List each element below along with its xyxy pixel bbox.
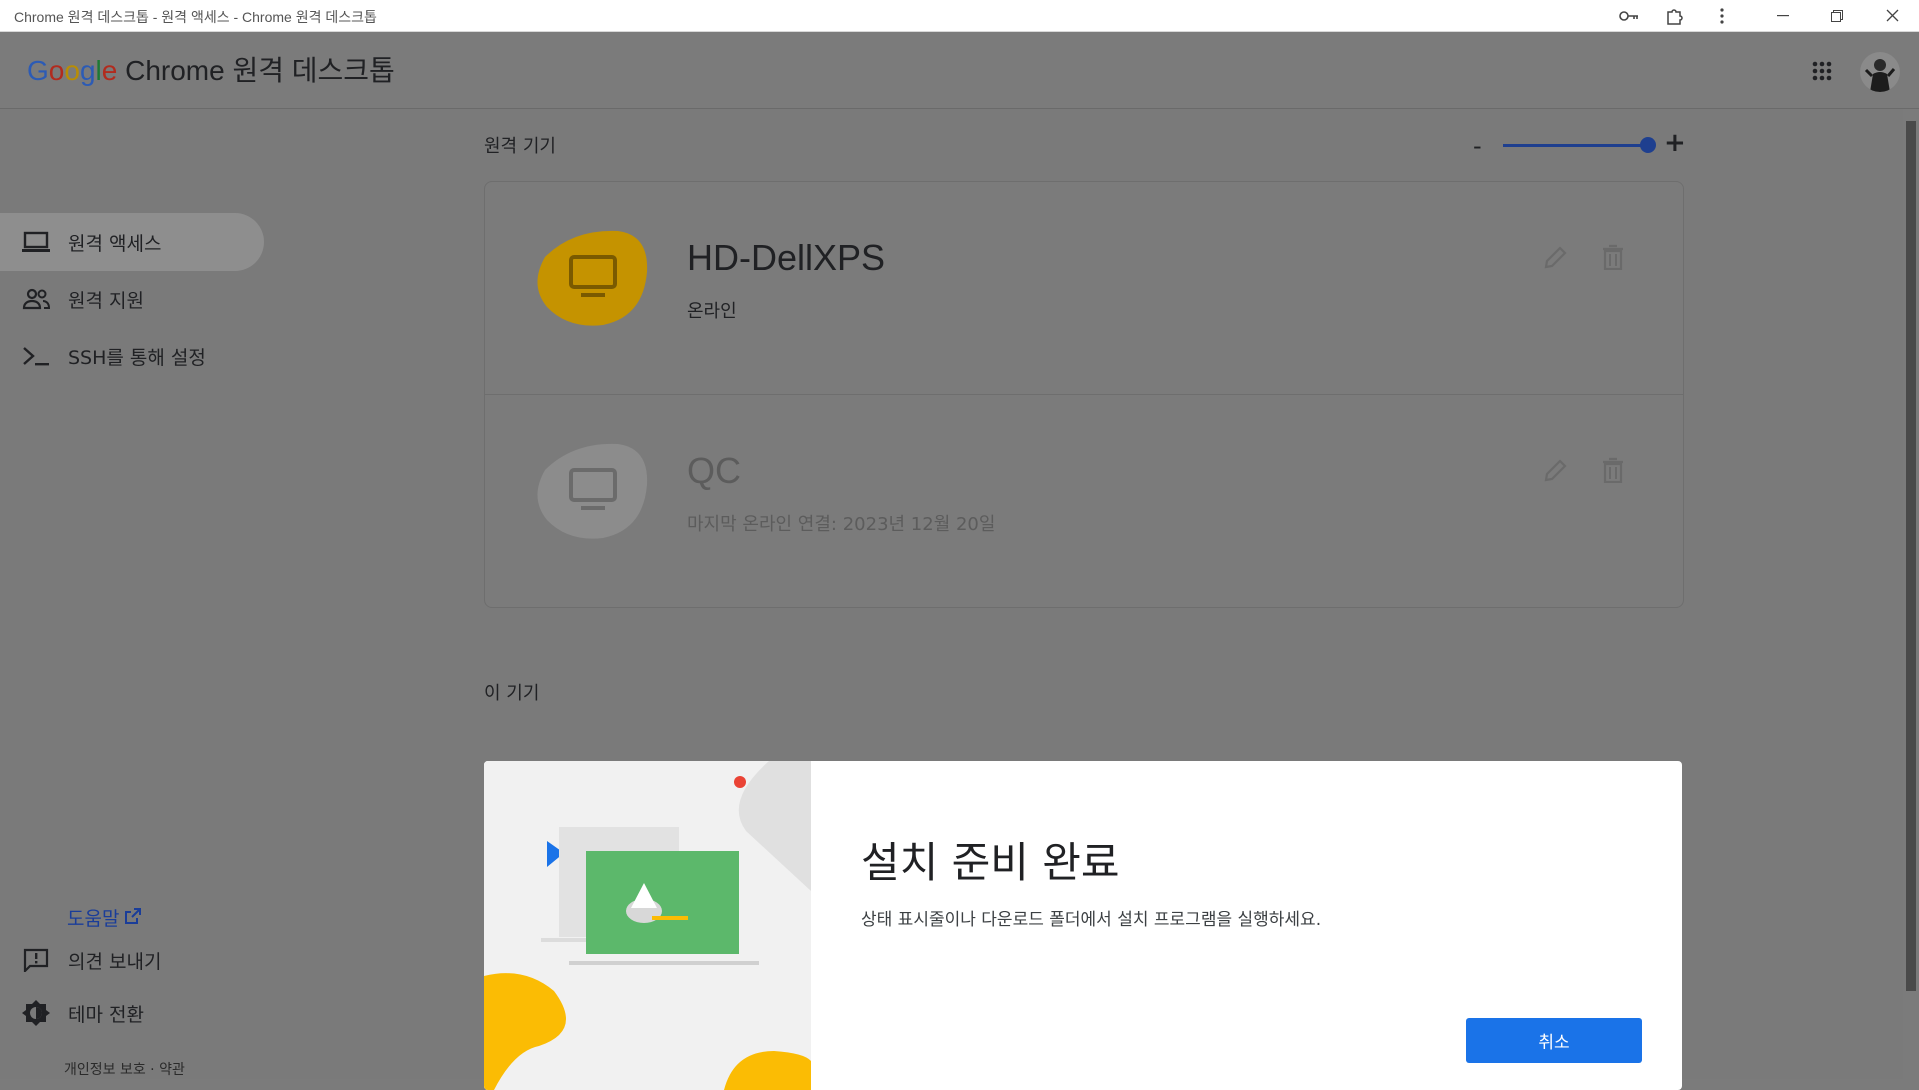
sidebar-item-ssh-setup[interactable]: SSH를 통해 설정 xyxy=(0,327,264,385)
sidebar-item-label: SSH를 통해 설정 xyxy=(68,346,206,369)
theme-toggle-button[interactable]: 테마 전환 xyxy=(0,998,144,1028)
zoom-slider-thumb[interactable] xyxy=(1640,137,1656,153)
legal-links[interactable]: 개인정보 보호 · 약관 xyxy=(64,1059,185,1079)
device-status: 온라인 xyxy=(687,301,737,322)
delete-icon[interactable] xyxy=(1602,457,1624,484)
window-titlebar: Chrome 원격 데스크톱 - 원격 액세스 - Chrome 원격 데스크톱 xyxy=(0,0,1919,32)
dialog-title: 설치 준비 완료 xyxy=(861,838,1120,887)
zoom-out-button[interactable]: - xyxy=(1473,132,1482,160)
delete-icon[interactable] xyxy=(1602,244,1624,271)
laptop-icon xyxy=(18,227,54,257)
dialog-message: 상태 표시줄이나 다운로드 폴더에서 설치 프로그램을 실행하세요. xyxy=(861,910,1322,930)
terminal-icon xyxy=(18,341,54,371)
this-device-title: 이 기기 xyxy=(484,683,540,704)
device-name: HD-DellXPS xyxy=(687,237,886,278)
brightness-icon xyxy=(18,998,54,1028)
install-illustration xyxy=(484,761,811,1090)
cancel-button[interactable]: 취소 xyxy=(1466,1018,1642,1063)
device-row-hd-dellxps[interactable]: HD-DellXPS 온라인 xyxy=(485,182,1683,394)
sidebar-item-label: 원격 지원 xyxy=(68,289,144,312)
key-icon[interactable] xyxy=(1616,0,1642,31)
zoom-in-button[interactable]: + xyxy=(1664,128,1686,158)
edit-icon[interactable] xyxy=(1543,244,1569,270)
product-name: Chrome 원격 데스크톱 xyxy=(125,55,395,86)
computer-icon xyxy=(533,227,651,327)
apps-grid-icon[interactable] xyxy=(1807,56,1837,86)
install-ready-dialog: 설치 준비 완료 상태 표시줄이나 다운로드 폴더에서 설치 프로그램을 실행하… xyxy=(484,761,1682,1090)
people-icon xyxy=(18,284,54,314)
extension-icon[interactable] xyxy=(1663,0,1687,31)
sidebar-item-label: 원격 액세스 xyxy=(68,232,162,255)
device-row-qc[interactable]: QC 마지막 온라인 연결: 2023년 12월 20일 xyxy=(485,394,1683,607)
feedback-icon xyxy=(18,945,54,975)
sidebar-item-remote-support[interactable]: 원격 지원 xyxy=(0,270,264,328)
open-in-new-icon xyxy=(125,907,142,929)
sidebar: 원격 액세스 원격 지원 SSH를 통해 설정 도움말 의견 보내기 테마 전환… xyxy=(0,109,300,1079)
page-scrollbar[interactable] xyxy=(1903,109,1919,1079)
scrollbar-thumb[interactable] xyxy=(1906,121,1916,991)
restore-icon[interactable] xyxy=(1826,0,1848,31)
remote-devices-card: HD-DellXPS 온라인 QC 마지막 온라인 연결: 2023년 12월 … xyxy=(484,181,1684,608)
close-icon[interactable] xyxy=(1881,0,1903,31)
window-title: Chrome 원격 데스크톱 - 원격 액세스 - Chrome 원격 데스크톱 xyxy=(14,9,377,25)
device-status: 마지막 온라인 연결: 2023년 12월 20일 xyxy=(687,514,996,535)
device-name: QC xyxy=(687,450,741,491)
avatar[interactable] xyxy=(1860,52,1900,92)
app-logo[interactable]: Google Chrome 원격 데스크톱 xyxy=(27,49,395,89)
sidebar-item-remote-access[interactable]: 원격 액세스 xyxy=(0,213,264,271)
minimize-icon[interactable] xyxy=(1772,0,1794,31)
more-vert-icon[interactable] xyxy=(1714,0,1730,31)
app-page: Google Chrome 원격 데스크톱 원격 액세스 원격 지원 SSH를 … xyxy=(0,32,1919,1090)
zoom-slider[interactable] xyxy=(1503,144,1648,147)
edit-icon[interactable] xyxy=(1543,457,1569,483)
feedback-button[interactable]: 의견 보내기 xyxy=(0,945,161,975)
remote-devices-title: 원격 기기 xyxy=(484,136,556,157)
app-header: Google Chrome 원격 데스크톱 xyxy=(0,32,1919,109)
help-link[interactable]: 도움말 xyxy=(67,904,142,931)
computer-icon xyxy=(533,440,651,540)
